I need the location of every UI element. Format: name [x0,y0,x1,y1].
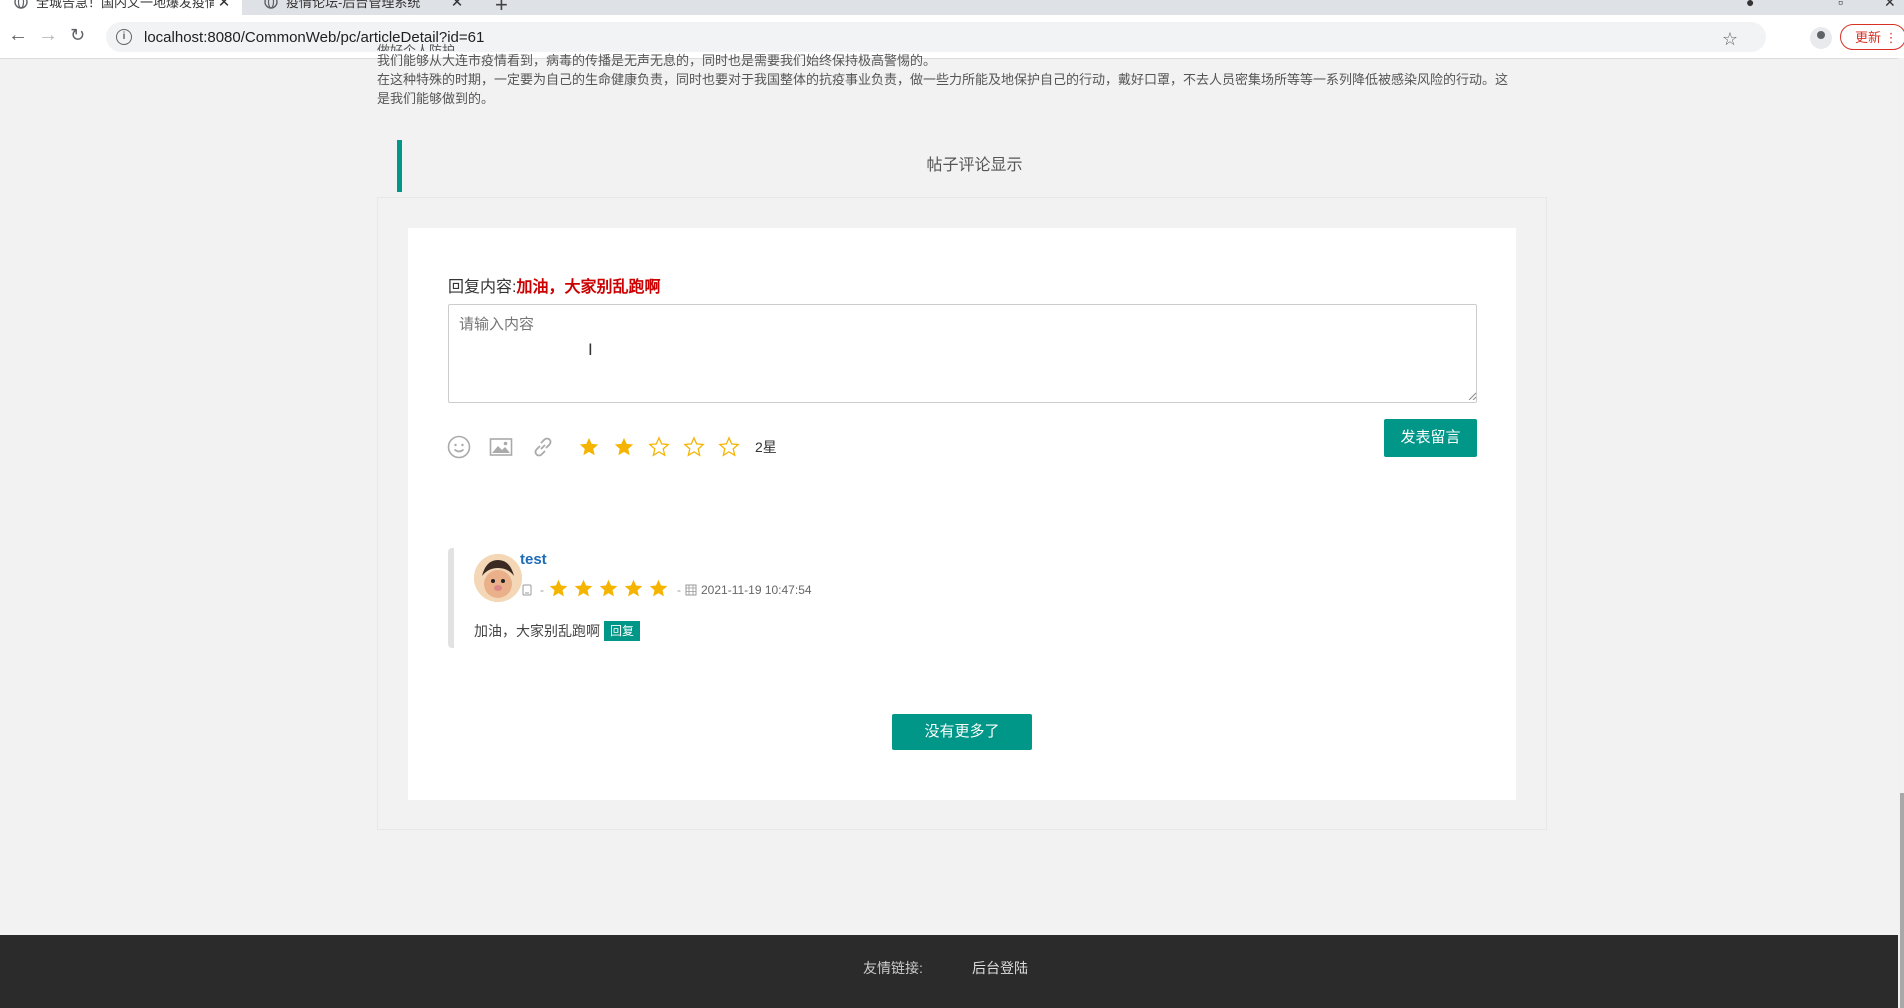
link-icon[interactable] [530,434,556,460]
rating-stars [576,434,751,460]
device-icon [522,584,532,595]
tab-title: 全城告急！国内又一地爆发疫情… [36,0,214,10]
restore-window-icon[interactable]: ▫ [1838,0,1843,10]
comment-timestamp: 2021-11-19 10:47:54 [701,582,812,597]
comment-rating-stars [548,578,673,601]
forward-icon[interactable]: → [38,25,58,45]
star-icon[interactable] [576,434,602,460]
close-icon[interactable]: ✕ [447,0,467,11]
reload-icon[interactable]: ↻ [70,25,85,45]
meta-separator: - [677,582,681,597]
new-tab-icon[interactable]: + [495,0,508,15]
section-title: 帖子评论显示 [926,157,1023,174]
comment-input[interactable] [448,304,1477,403]
page-scrollbar[interactable] [1898,58,1904,1008]
footer: 友情链接: 后台登陆 [0,935,1898,1008]
back-icon[interactable]: ← [8,25,28,45]
star-icon [648,578,671,601]
scrollbar-thumb[interactable] [1900,793,1904,1008]
comment-item: test - - 2021-11-19 10:47:54 加油，大家别乱跑啊 回… [448,548,1474,648]
close-icon[interactable]: ✕ [214,0,234,11]
text-cursor-icon: I [588,340,593,359]
browser-tab-inactive[interactable]: 疫情论坛-后台管理系统 ✕ [250,0,475,15]
star-icon [623,578,646,601]
close-window-icon[interactable]: ✕ [1884,0,1896,11]
comment-card: 回复内容:加油，大家别乱跑啊 I 2星 发表留言 test [408,228,1516,800]
comment-toolbar: 2星 [446,432,777,462]
comment-meta: - - 2021-11-19 10:47:54 [522,578,812,601]
globe-icon [14,0,28,9]
tab-title: 疫情论坛-后台管理系统 [286,0,421,10]
chrome-menu-icon[interactable]: ● [1746,0,1754,10]
star-icon [548,578,571,601]
meta-separator: - [540,582,544,597]
star-icon[interactable] [611,434,637,460]
no-more-button[interactable]: 没有更多了 [892,714,1032,750]
reply-label: 回复内容: [448,279,517,296]
calendar-icon [685,584,697,595]
avatar [474,554,522,602]
star-icon [598,578,621,601]
browser-tab-active[interactable]: 全城告急！国内又一地爆发疫情… ✕ [0,0,242,15]
update-label: 更新 [1855,30,1882,45]
article-content: 做好个人防护 我们能够从大连市疫情看到，病毒的传播是无声无息的，同时也是需要我们… [377,43,1517,108]
article-paragraph: 在这种特殊的时期，一定要为自己的生命健康负责，同时也要对于我国整体的抗疫事业负责… [377,72,1509,106]
update-button[interactable]: 更新 ⋮ [1840,24,1904,50]
admin-login-link[interactable]: 后台登陆 [972,958,1028,978]
resize-grip-icon[interactable] [1468,392,1476,400]
info-icon[interactable]: i [116,29,132,45]
reply-button[interactable]: 回复 [604,621,641,641]
profile-icon[interactable] [1810,27,1832,49]
reply-target: 加油，大家别乱跑啊 [516,279,661,296]
star-icon[interactable] [716,434,742,460]
bookmark-star-icon[interactable]: ☆ [1717,26,1743,52]
friend-links-label: 友情链接: [863,960,923,976]
browser-tab-bar: 全城告急！国内又一地爆发疫情… ✕ 疫情论坛-后台管理系统 ✕ + ● ▫ ✕ [0,0,1904,15]
comment-content: 加油，大家别乱跑啊 [474,623,600,639]
image-icon[interactable] [488,434,514,460]
article-partial-line: 做好个人防护 [377,43,456,51]
star-icon [573,578,596,601]
submit-comment-button[interactable]: 发表留言 [1384,419,1477,457]
comment-username[interactable]: test [520,551,547,568]
star-icon[interactable] [646,434,672,460]
globe-icon [264,0,278,9]
rating-text: 2星 [755,439,777,455]
reply-line: 回复内容:加油，大家别乱跑啊 [448,273,660,297]
comments-section-header: 帖子评论显示 [397,140,1547,192]
star-icon[interactable] [681,434,707,460]
article-paragraph: 我们能够从大连市疫情看到，病毒的传播是无声无息的，同时也是需要我们始终保持极高警… [377,53,937,68]
comment-body: 加油，大家别乱跑啊 回复 [474,621,641,641]
emoji-icon[interactable] [446,434,472,460]
